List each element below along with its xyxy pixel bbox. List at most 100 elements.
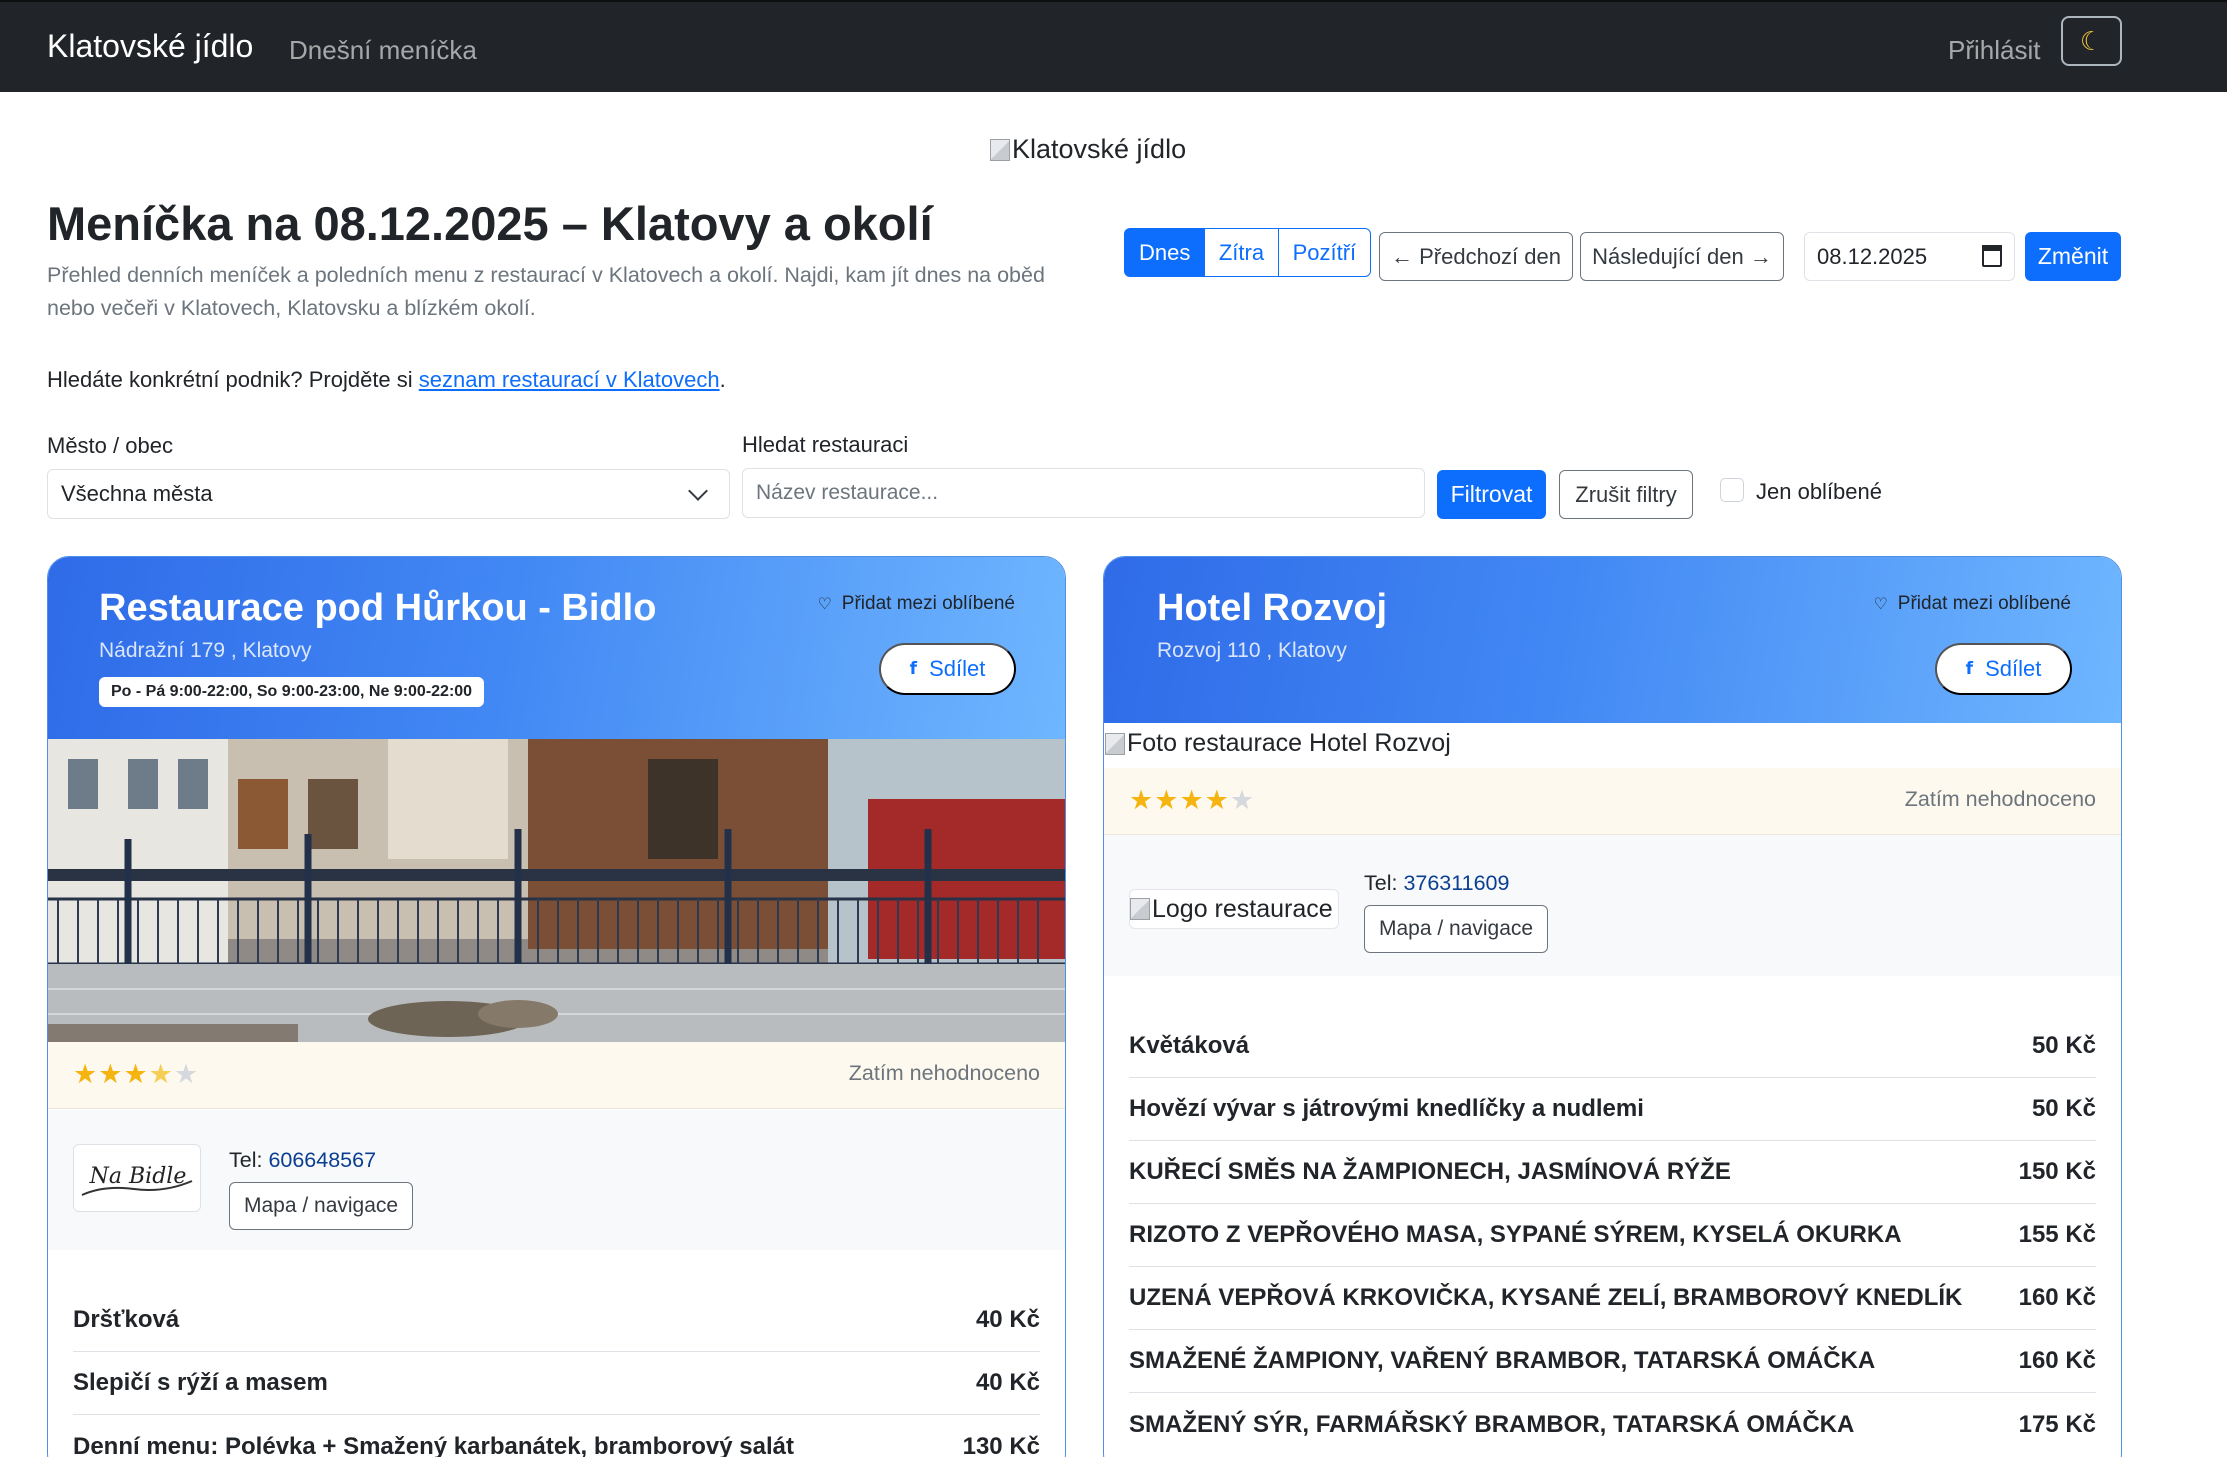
menu-item: KUŘECÍ SMĚS NA ŽAMPIONECH, JASMÍNOVÁ RÝŽ… [1129,1141,2096,1204]
reset-filters-button[interactable]: Zrušit filtry [1559,470,1693,519]
add-favorite-button[interactable]: ♡ Přidat mezi oblíbené [1873,593,2071,615]
map-navigation-button[interactable]: Mapa / navigace [1364,905,1549,953]
restaurant-logo: Logo restaurace [1129,889,1339,929]
restaurant-card-header: Restaurace pod Hůrkou - Bidlo Nádražní 1… [48,557,1065,739]
menu-item-price: 155 Kč [2018,1221,2096,1248]
menu-item-name: UZENÁ VEPŘOVÁ KRKOVIČKA, KYSANÉ ZELÍ, BR… [1129,1284,1963,1311]
date-value: 08.12.2025 [1817,243,1928,269]
broken-image-icon [1105,732,1125,755]
menu-item: RIZOTO Z VEPŘOVÉHO MASA, SYPANÉ SÝREM, K… [1129,1204,2096,1267]
calendar-icon[interactable] [1982,245,2002,267]
restaurant-name: Restaurace pod Hůrkou - Bidlo [99,587,657,629]
share-button[interactable]: f Sdílet [1935,643,2072,695]
hint-text: Hledáte konkrétní podnik? Projděte si [47,367,419,392]
change-date-button[interactable]: Změnit [2025,232,2121,281]
restaurant-name: Hotel Rozvoj [1157,587,1388,629]
rating-stars[interactable]: ★★★★★ [73,1059,199,1090]
menu-item-price: 40 Kč [975,1369,1040,1396]
star-icon[interactable]: ★ [1129,785,1154,815]
share-label: Sdílet [1985,656,2042,681]
menu-item: Dršťková 40 Kč [73,1289,1040,1352]
restaurant-search-input[interactable]: Název restaurace... [742,468,1425,518]
restaurant-card: Hotel Rozvoj Rozvoj 110 , Klatovy ♡ Přid… [1103,556,2122,1457]
hint-suffix: . [719,367,726,392]
date-input[interactable]: 08.12.2025 [1804,232,2015,281]
search-label: Hledat restauraci [742,432,909,457]
moon-icon: ☾ [2079,25,2104,56]
map-navigation-button[interactable]: Mapa / navigace [229,1182,414,1230]
menu-item: Slepičí s rýží a masem 40 Kč [73,1352,1040,1415]
page-description: Přehled denních meníček a poledních menu… [47,263,1045,320]
theme-toggle-button[interactable]: ☾ [2061,16,2122,66]
star-icon[interactable]: ★ [174,1059,199,1089]
day-today-button[interactable]: Dnes [1124,228,1206,277]
rating-text: Zatím nehodnoceno [848,1061,1040,1085]
menu-item-name: Denní menu: Polévka + Smažený karbanátek… [73,1432,794,1457]
menu-list: Květáková 50 Kč Hovězí vývar s játrovými… [1129,1015,2096,1456]
navbar: Klatovské jídlo Dnešní meníčka Přihlásit… [0,0,2227,92]
city-select[interactable]: Všechna města [47,469,730,519]
menu-item: Hovězí vývar s játrovými knedlíčky a nud… [1129,1078,2096,1141]
phone-link[interactable]: 606648567 [268,1148,376,1172]
star-icon[interactable]: ★ [1154,785,1179,815]
next-day-button[interactable]: Následující den → [1580,232,1784,281]
share-label: Sdílet [929,656,986,681]
day-tomorrow-button[interactable]: Zítra [1203,228,1280,277]
restaurant-logo-image: Na Bidle [81,1164,193,1196]
star-icon[interactable]: ★ [1179,785,1204,815]
star-icon[interactable]: ★ [1205,785,1230,815]
restaurant-logo: Na Bidle [73,1144,201,1212]
login-link[interactable]: Přihlásit [1948,35,2040,66]
phone-link[interactable]: 376311609 [1403,871,1509,895]
terrace-photo-image [48,739,1065,1042]
favorites-only-label[interactable]: Jen oblíbené [1756,479,1882,505]
day-after-tomorrow-button[interactable]: Pozítří [1277,228,1372,277]
star-icon[interactable]: ★ [1230,785,1255,815]
nav-today-menus[interactable]: Dnešní meníčka [289,35,477,66]
phone-label: Tel: [229,1148,269,1172]
share-button[interactable]: f Sdílet [879,643,1016,695]
menu-item-name: Hovězí vývar s játrovými knedlíčky a nud… [1129,1095,1644,1122]
facebook-icon: f [1965,659,1974,679]
restaurant-photo-alt: Foto restaurace Hotel Rozvoj [1127,729,1451,757]
menu-item-price: 50 Kč [2031,1095,2096,1122]
star-icon[interactable]: ★ [149,1059,174,1089]
page-title: Meníčka na 08.12.2025 – Klatovy a okolí [47,197,933,250]
star-icon[interactable]: ★ [98,1059,123,1089]
brand-link[interactable]: Klatovské jídlo [47,28,253,65]
rating-bar: ★★★★★ Zatím nehodnoceno [48,1042,1065,1109]
site-logo: Klatovské jídlo [990,134,1186,165]
star-icon[interactable]: ★ [123,1059,148,1089]
menu-item-name: KUŘECÍ SMĚS NA ŽAMPIONECH, JASMÍNOVÁ RÝŽ… [1129,1158,1731,1185]
contact-box: Na Bidle Tel: 606648567 Mapa / navigace [48,1110,1065,1250]
star-icon[interactable]: ★ [73,1059,98,1089]
add-favorite-label: Přidat mezi oblíbené [841,593,1015,614]
chevron-down-icon [688,481,708,501]
menu-item-name: Květáková [1129,1032,1250,1059]
restaurant-card: Restaurace pod Hůrkou - Bidlo Nádražní 1… [47,556,1066,1457]
opening-hours-badge: Po - Pá 9:00-22:00, So 9:00-23:00, Ne 9:… [99,677,485,707]
menu-item: Denní menu: Polévka + Smažený karbanátek… [73,1415,1040,1457]
favorites-only-checkbox[interactable] [1720,478,1744,502]
previous-day-button[interactable]: ← Předchozí den [1379,232,1573,281]
broken-image-icon [990,138,1010,161]
rating-stars[interactable]: ★★★★★ [1129,785,1255,816]
menu-item-price: 160 Kč [2018,1347,2096,1374]
phone-label: Tel: [1364,871,1404,895]
phone-line: Tel: 376311609 [1364,871,1509,896]
menu-item-price: 175 Kč [2018,1410,2096,1438]
restaurant-list-link[interactable]: seznam restaurací v Klatovech [419,367,720,392]
menu-item: SMAŽENÝ SÝR, FARMÁŘSKÝ BRAMBOR, TATARSKÁ… [1129,1393,2096,1456]
restaurant-logo-text: Na Bidle [89,1164,187,1189]
menu-item-name: Slepičí s rýží a masem [73,1369,328,1396]
restaurant-card-header: Hotel Rozvoj Rozvoj 110 , Klatovy ♡ Přid… [1104,557,2121,723]
phone-line: Tel: 606648567 [229,1148,376,1173]
filter-button[interactable]: Filtrovat [1437,470,1546,519]
menu-item-price: 150 Kč [2018,1158,2096,1185]
add-favorite-label: Přidat mezi oblíbené [1897,593,2071,614]
restaurant-list-hint: Hledáte konkrétní podnik? Projděte si se… [47,367,726,393]
add-favorite-button[interactable]: ♡ Přidat mezi oblíbené [817,593,1015,615]
site-logo-alt: Klatovské jídlo [1012,134,1187,164]
day-selector: Dnes Zítra Pozítří [1124,228,1372,277]
restaurant-photo: Foto restaurace Hotel Rozvoj [1105,729,1451,758]
